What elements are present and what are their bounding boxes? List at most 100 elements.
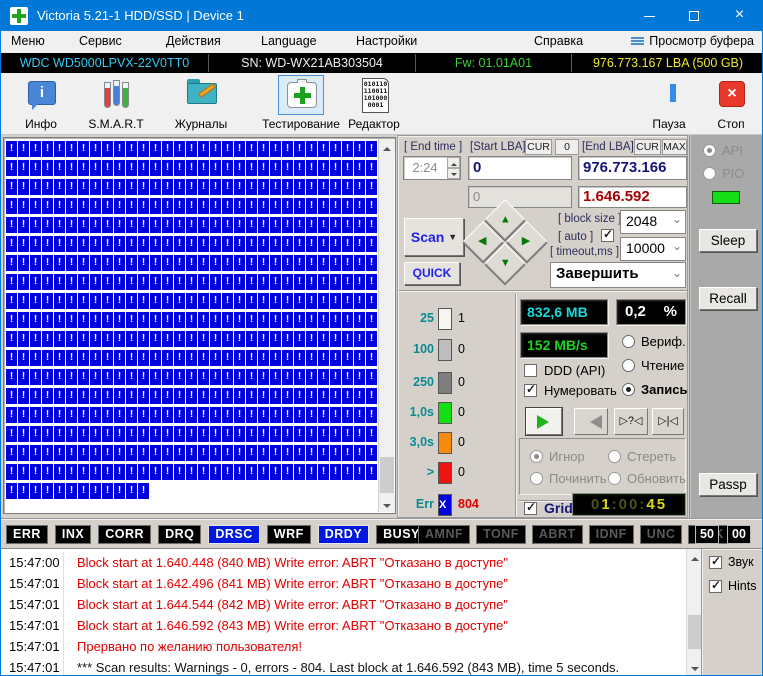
logs-button[interactable]: Журналы bbox=[168, 75, 234, 131]
skip-question-button[interactable]: ▷?◁ bbox=[614, 408, 648, 435]
on-end-action-combo[interactable]: Завершить⌄ bbox=[550, 262, 686, 288]
passp-button[interactable]: Passp bbox=[699, 473, 757, 496]
scroll-up-icon[interactable] bbox=[379, 139, 395, 154]
sleep-button[interactable]: Sleep bbox=[699, 229, 757, 252]
recall-button[interactable]: Recall bbox=[699, 287, 757, 310]
start-lba-zero-button[interactable]: 0 bbox=[555, 139, 579, 155]
end-lba-max-button[interactable]: MAX bbox=[662, 139, 687, 155]
test-control-panel: [ End time ] [Start LBA] CUR 0 [End LBA]… bbox=[397, 135, 688, 518]
block-cell-error: ! bbox=[342, 464, 353, 480]
block-cell-error: ! bbox=[90, 274, 101, 290]
menu-item-help[interactable]: Справка bbox=[534, 34, 583, 48]
buffer-view-button[interactable]: Просмотр буфера bbox=[631, 34, 754, 48]
scroll-down-icon[interactable] bbox=[379, 497, 395, 512]
auto-checkbox[interactable]: ✓ bbox=[601, 229, 614, 242]
block-cell-error: ! bbox=[18, 331, 29, 347]
drive-serial: SN: WD-WX21AB303504 bbox=[209, 53, 415, 73]
minimize-button[interactable] bbox=[627, 1, 672, 31]
ddd-checkbox[interactable] bbox=[524, 364, 537, 377]
block-cell-error: ! bbox=[270, 426, 281, 442]
log-scrollbar[interactable] bbox=[686, 549, 701, 675]
pause-button[interactable]: Пауза bbox=[636, 75, 702, 131]
block-cell-error: ! bbox=[78, 369, 89, 385]
block-cell-error: ! bbox=[18, 445, 29, 461]
block-cell-error: ! bbox=[90, 464, 101, 480]
status-lights-active: ERRINXCORRDRQDRSCWRFDRDYBUSY bbox=[6, 525, 427, 544]
scroll-thumb[interactable] bbox=[380, 457, 394, 493]
block-cell-error: ! bbox=[258, 255, 269, 271]
block-map-scrollbar[interactable] bbox=[378, 139, 394, 512]
block-cell-error: ! bbox=[150, 236, 161, 252]
block-cell-error: ! bbox=[306, 312, 317, 328]
block-cell-error: ! bbox=[282, 464, 293, 480]
block-cell-error: ! bbox=[186, 464, 197, 480]
spin-up-icon[interactable] bbox=[447, 157, 460, 168]
block-cell-error: ! bbox=[102, 141, 113, 157]
grid-checkbox[interactable]: ✓ bbox=[524, 502, 537, 515]
pio-radio[interactable] bbox=[703, 167, 716, 180]
menu-item-service[interactable]: Сервис bbox=[79, 34, 122, 48]
skip-end-button[interactable]: ▷|◁ bbox=[652, 408, 684, 435]
block-cell-error: ! bbox=[54, 483, 65, 499]
block-cell-error: ! bbox=[210, 331, 221, 347]
block-cell-error: ! bbox=[6, 312, 17, 328]
block-cell-error: ! bbox=[42, 464, 53, 480]
ignore-radio[interactable] bbox=[530, 450, 543, 463]
block-cell-error: ! bbox=[330, 407, 341, 423]
repair-radio[interactable] bbox=[530, 472, 543, 485]
block-cell-error: ! bbox=[210, 369, 221, 385]
block-cell-error: ! bbox=[174, 331, 185, 347]
block-cell-error: ! bbox=[318, 312, 329, 328]
menu-item-settings[interactable]: Настройки bbox=[356, 34, 417, 48]
block-cell-error: ! bbox=[318, 236, 329, 252]
block-cell-error: ! bbox=[354, 141, 365, 157]
numerate-checkbox[interactable]: ✓ bbox=[524, 384, 537, 397]
stop-button[interactable]: × Стоп bbox=[698, 75, 763, 131]
block-cell-error: ! bbox=[162, 274, 173, 290]
back-button[interactable] bbox=[574, 408, 608, 435]
menu-item-actions[interactable]: Действия bbox=[166, 34, 221, 48]
write-radio[interactable] bbox=[622, 383, 635, 396]
end-lba-input[interactable]: 976.773.166 bbox=[578, 156, 687, 180]
block-cell-error: ! bbox=[6, 236, 17, 252]
block-cell-error: ! bbox=[30, 293, 41, 309]
quick-button[interactable]: QUICK bbox=[404, 262, 460, 285]
hints-checkbox[interactable]: ✓ bbox=[709, 580, 722, 593]
block-cell-error: ! bbox=[138, 388, 149, 404]
block-size-combo[interactable]: 2048⌄ bbox=[620, 210, 686, 234]
block-cell-error: ! bbox=[162, 426, 173, 442]
editor-button[interactable]: 010110 110011 101000 0001 Редактор bbox=[336, 75, 412, 131]
close-button[interactable]: × bbox=[717, 1, 762, 31]
block-cell-error: ! bbox=[354, 464, 365, 480]
api-radio[interactable] bbox=[703, 144, 716, 157]
scan-button[interactable]: Scan ▼ bbox=[404, 218, 464, 256]
start-lba-input[interactable]: 0 bbox=[468, 156, 572, 180]
erase-radio[interactable] bbox=[608, 450, 621, 463]
verify-radio[interactable] bbox=[622, 335, 635, 348]
start-lba-cur-button[interactable]: CUR bbox=[525, 139, 552, 155]
block-cell-error: ! bbox=[102, 445, 113, 461]
info-button[interactable]: i Инфо bbox=[8, 75, 74, 131]
testing-button[interactable]: Тестирование bbox=[253, 75, 349, 131]
block-cell-error: ! bbox=[234, 350, 245, 366]
block-cell-error: ! bbox=[210, 445, 221, 461]
smart-button[interactable]: S.M.A.R.T bbox=[83, 75, 149, 131]
block-cell-error: ! bbox=[138, 483, 149, 499]
refresh-radio[interactable] bbox=[608, 472, 621, 485]
end-lba-cur-button[interactable]: CUR bbox=[634, 139, 661, 155]
block-cell-error: ! bbox=[150, 293, 161, 309]
spin-down-icon[interactable] bbox=[447, 168, 460, 179]
timeout-combo[interactable]: 10000⌄ bbox=[620, 237, 686, 261]
block-cell-error: ! bbox=[30, 388, 41, 404]
log-scroll-thumb[interactable] bbox=[688, 615, 702, 649]
end-time-spinner[interactable]: 2:24 bbox=[403, 156, 461, 180]
menu-item-language[interactable]: Language bbox=[261, 34, 317, 48]
read-radio[interactable] bbox=[622, 359, 635, 372]
play-button[interactable] bbox=[526, 408, 562, 435]
block-cell-error: ! bbox=[294, 388, 305, 404]
block-cell-error: ! bbox=[42, 198, 53, 214]
menu-item-menu[interactable]: Меню bbox=[11, 34, 45, 48]
maximize-button[interactable] bbox=[672, 1, 717, 31]
block-cell-error: ! bbox=[114, 369, 125, 385]
sound-checkbox[interactable]: ✓ bbox=[709, 556, 722, 569]
